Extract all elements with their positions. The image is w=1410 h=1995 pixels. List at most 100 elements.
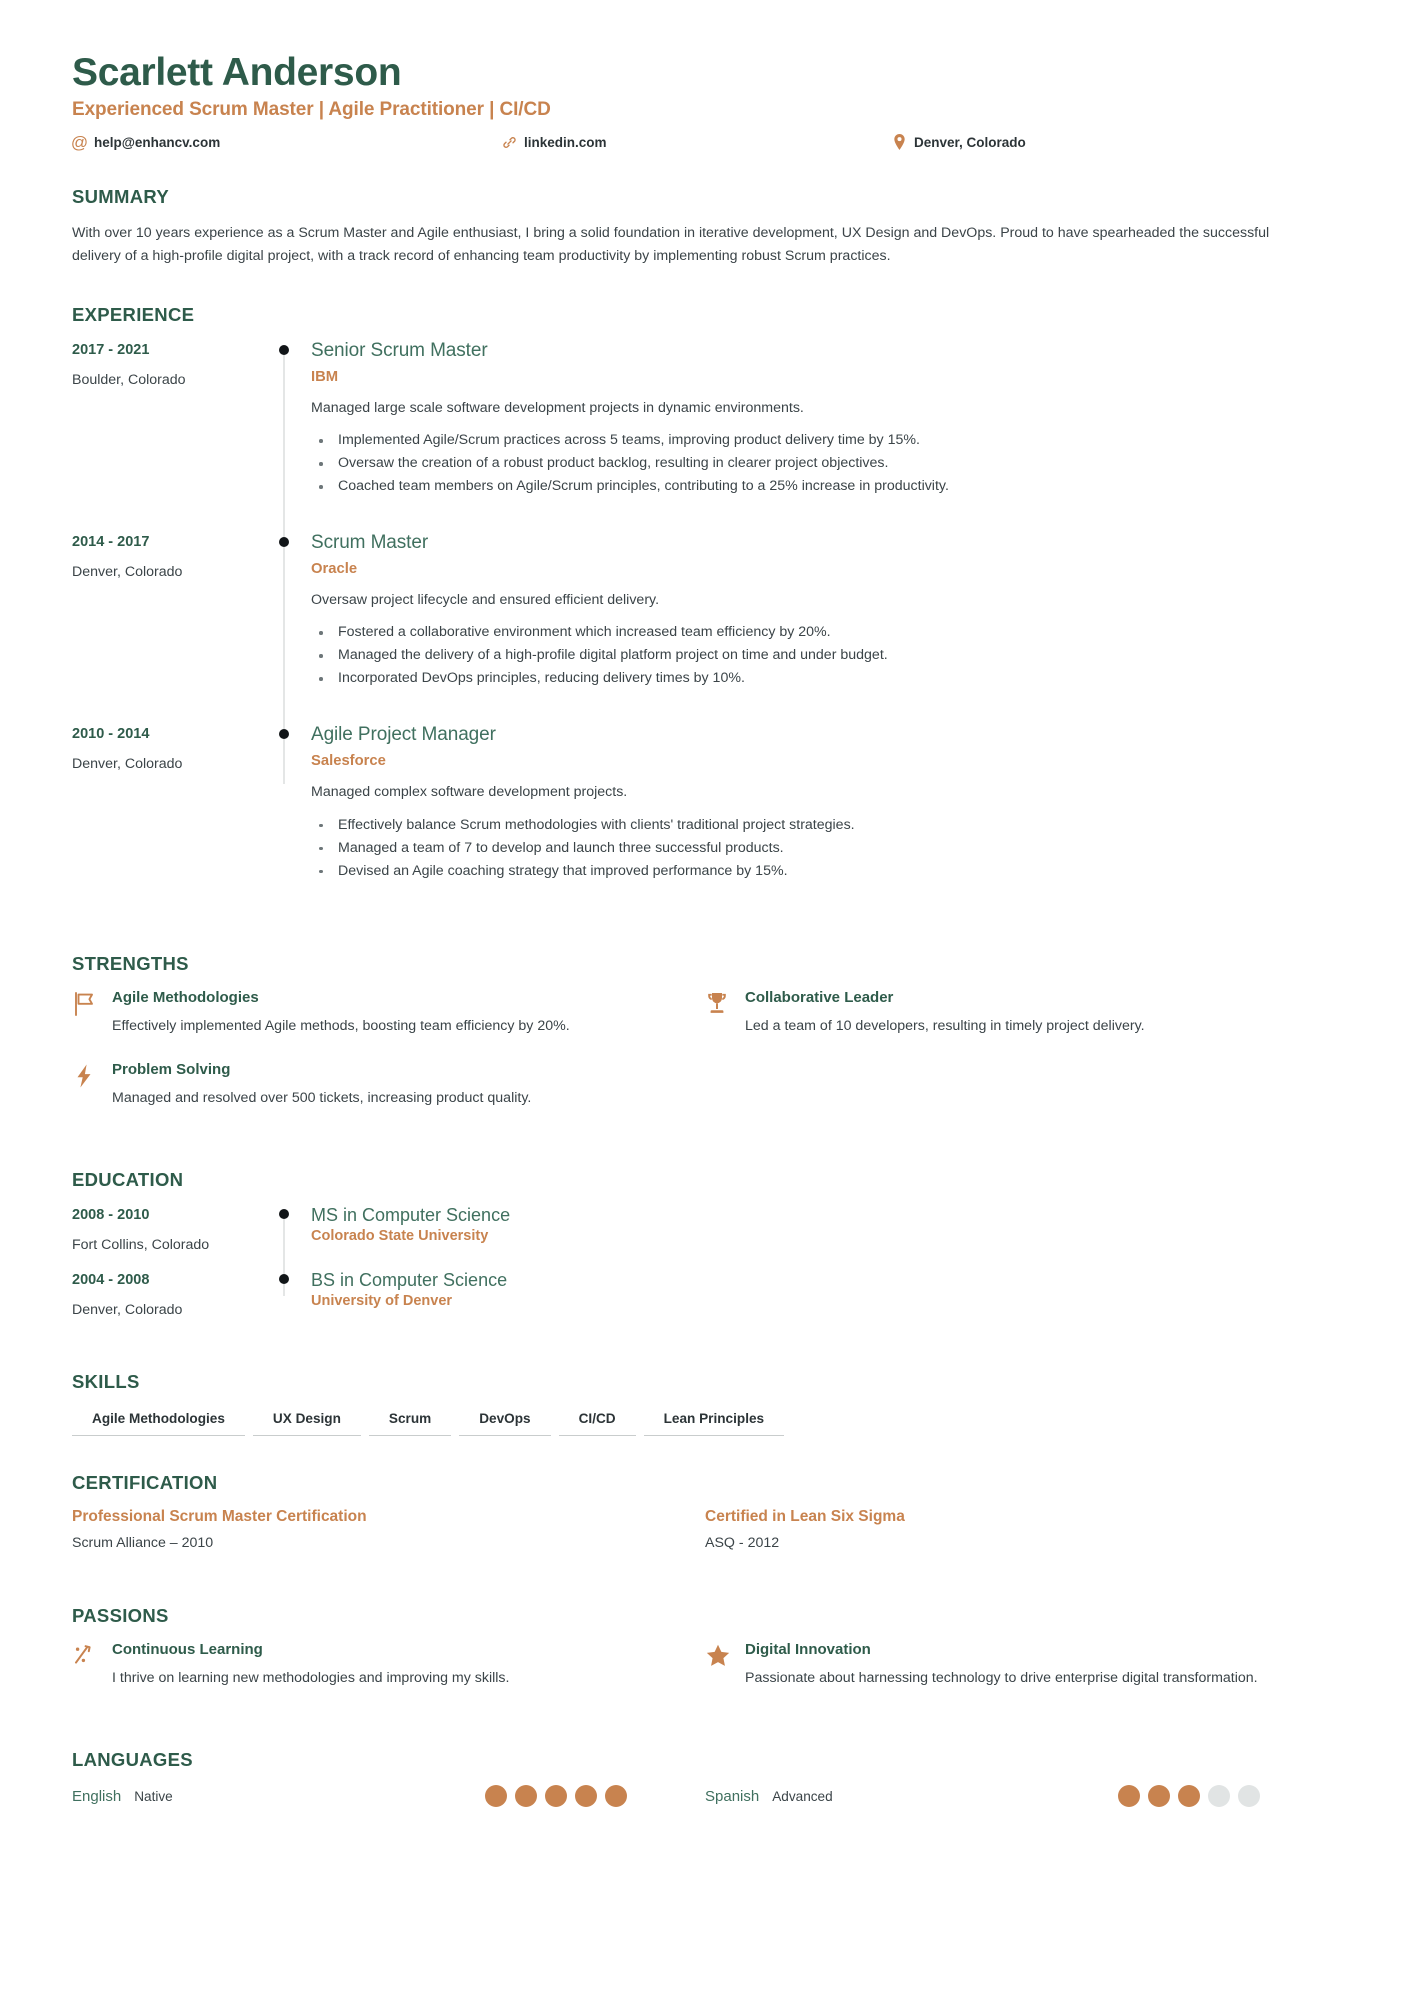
- education-entry: 2004 - 2008 Denver, Colorado BS in Compu…: [72, 1270, 1338, 1335]
- experience-description: Oversaw project lifecycle and ensured ef…: [311, 592, 660, 609]
- education-school: University of Denver: [311, 1293, 453, 1310]
- passion-texts: Continuous Learning I thrive on learning…: [112, 1641, 645, 1689]
- summary-section-title: SUMMARY: [72, 185, 169, 207]
- certification-item: Professional Scrum Master Certification …: [72, 1508, 705, 1569]
- strength-item: Collaborative Leader Led a team of 10 de…: [705, 989, 1338, 1061]
- experience-dates: 2010 - 2014: [72, 726, 150, 743]
- languages-section-title: LANGUAGES: [72, 1749, 193, 1771]
- strength-heading: Problem Solving: [112, 1060, 231, 1078]
- growth-percent-icon: [72, 1641, 112, 1689]
- experience-role: Agile Project Manager: [311, 724, 496, 746]
- experience-entry: 2010 - 2014 Denver, Colorado Agile Proje…: [72, 724, 1338, 916]
- education-location: Denver, Colorado: [72, 1302, 183, 1319]
- timeline-dot: [279, 537, 289, 548]
- education-meta: 2004 - 2008 Denver, Colorado: [72, 1270, 267, 1335]
- language-item: English Native: [72, 1785, 705, 1808]
- candidate-name: Scarlett Anderson: [72, 51, 402, 94]
- proficiency-dot: [605, 1785, 627, 1808]
- experience-dates: 2014 - 2017: [72, 534, 150, 551]
- contact-location: Denver, Colorado: [892, 134, 1026, 151]
- languages-list: English Native Spanish Advanced: [72, 1785, 1338, 1808]
- proficiency-dot: [575, 1785, 597, 1808]
- experience-bullets: Effectively balance Scrum methodologies …: [311, 814, 1338, 883]
- experience-bullet: Coached team members on Agile/Scrum prin…: [311, 475, 1338, 498]
- skill-chip: DevOps: [459, 1407, 551, 1437]
- language-name: Spanish: [705, 1787, 760, 1805]
- education-body: MS in Computer Science Colorado State Un…: [301, 1205, 1338, 1270]
- experience-bullet: Fostered a collaborative environment whi…: [311, 621, 1338, 644]
- certification-section: CERTIFICATION Professional Scrum Master …: [72, 1472, 1338, 1569]
- certification-name: Certified in Lean Six Sigma: [705, 1508, 905, 1526]
- strength-description: Effectively implemented Agile methods, b…: [112, 1017, 570, 1034]
- experience-section-title: EXPERIENCE: [72, 303, 195, 325]
- experience-entry: 2017 - 2021 Boulder, Colorado Senior Scr…: [72, 340, 1338, 533]
- contact-location-text: Denver, Colorado: [914, 134, 1026, 150]
- skills-list: Agile Methodologies UX Design Scrum DevO…: [72, 1407, 1338, 1437]
- experience-company: Salesforce: [311, 753, 386, 770]
- language-level: Advanced: [772, 1788, 833, 1804]
- contact-row: @ help@enhancv.com linkedin.com Denver, …: [70, 132, 1338, 152]
- education-body: BS in Computer Science University of Den…: [301, 1270, 1338, 1335]
- experience-description: Managed complex software development pro…: [311, 784, 628, 801]
- timeline-axis: [267, 1205, 301, 1271]
- education-section: EDUCATION 2008 - 2010 Fort Collins, Colo…: [72, 1169, 1338, 1335]
- timeline-line: [283, 349, 285, 533]
- strength-texts: Problem Solving Managed and resolved ove…: [112, 1061, 645, 1109]
- experience-dates: 2017 - 2021: [72, 341, 150, 358]
- experience-body: Agile Project Manager Salesforce Managed…: [301, 724, 1338, 916]
- experience-bullet: Managed the delivery of a high-profile d…: [311, 644, 1338, 667]
- at-icon: @: [70, 132, 89, 152]
- strength-heading: Agile Methodologies: [112, 988, 259, 1006]
- certification-issuer: Scrum Alliance – 2010: [72, 1535, 214, 1552]
- strength-description: Managed and resolved over 500 tickets, i…: [112, 1089, 532, 1106]
- experience-role: Scrum Master: [311, 532, 429, 554]
- education-school: Colorado State University: [311, 1228, 489, 1245]
- education-entry: 2008 - 2010 Fort Collins, Colorado MS in…: [72, 1205, 1338, 1271]
- education-dates: 2008 - 2010: [72, 1207, 150, 1224]
- experience-body: Senior Scrum Master IBM Managed large sc…: [301, 340, 1338, 532]
- experience-bullet: Oversaw the creation of a robust product…: [311, 452, 1338, 475]
- skill-chip: UX Design: [252, 1407, 361, 1437]
- proficiency-dot: [515, 1785, 537, 1808]
- timeline-axis: [267, 724, 301, 916]
- proficiency-dot: [1238, 1785, 1260, 1808]
- passion-texts: Digital Innovation Passionate about harn…: [745, 1641, 1278, 1689]
- education-degree: MS in Computer Science: [311, 1205, 511, 1226]
- education-location: Fort Collins, Colorado: [72, 1237, 210, 1254]
- experience-bullet: Incorporated DevOps principles, reducing…: [311, 667, 1338, 690]
- experience-bullet: Effectively balance Scrum methodologies …: [311, 814, 1338, 837]
- skill-chip: Agile Methodologies: [72, 1407, 245, 1437]
- contact-linkedin[interactable]: linkedin.com: [502, 135, 892, 150]
- education-section-title: EDUCATION: [72, 1169, 184, 1191]
- strength-item: Agile Methodologies Effectively implemen…: [72, 989, 705, 1061]
- timeline-axis: [267, 340, 301, 533]
- experience-entry: 2014 - 2017 Denver, Colorado Scrum Maste…: [72, 532, 1338, 725]
- language-proficiency-dots: [485, 1785, 705, 1808]
- lightning-bolt-icon: [72, 1061, 112, 1109]
- passion-item: Continuous Learning I thrive on learning…: [72, 1641, 705, 1713]
- language-level: Native: [134, 1788, 173, 1804]
- location-pin-icon: [892, 134, 907, 151]
- experience-bullets: Implemented Agile/Scrum practices across…: [311, 429, 1338, 498]
- candidate-headline: Experienced Scrum Master | Agile Practit…: [72, 98, 551, 120]
- certification-grid: Professional Scrum Master Certification …: [72, 1508, 1338, 1569]
- education-degree: BS in Computer Science: [311, 1270, 508, 1291]
- education-dates: 2004 - 2008: [72, 1272, 150, 1289]
- certification-section-title: CERTIFICATION: [72, 1472, 218, 1494]
- strengths-section-title: STRENGTHS: [72, 952, 189, 974]
- passions-section: PASSIONS Continuous Learning I thrive on…: [72, 1605, 1338, 1713]
- timeline-dot: [279, 1209, 289, 1220]
- experience-bullet: Devised an Agile coaching strategy that …: [311, 860, 1338, 883]
- experience-location: Denver, Colorado: [72, 756, 183, 773]
- strengths-section: STRENGTHS Agile Methodologies Effectivel…: [72, 953, 1338, 1133]
- strengths-grid: Agile Methodologies Effectively implemen…: [72, 989, 1338, 1133]
- experience-meta: 2017 - 2021 Boulder, Colorado: [72, 340, 267, 532]
- skill-chip: Scrum: [368, 1407, 452, 1437]
- education-meta: 2008 - 2010 Fort Collins, Colorado: [72, 1205, 267, 1270]
- contact-email[interactable]: @ help@enhancv.com: [70, 132, 502, 152]
- languages-section: LANGUAGES English Native Spanish Advance…: [72, 1749, 1338, 1808]
- resume-header: Scarlett Anderson Experienced Scrum Mast…: [70, 51, 1338, 152]
- strength-texts: Agile Methodologies Effectively implemen…: [112, 989, 645, 1037]
- strength-description: Led a team of 10 developers, resulting i…: [745, 1017, 1145, 1034]
- timeline-axis: [267, 1270, 301, 1335]
